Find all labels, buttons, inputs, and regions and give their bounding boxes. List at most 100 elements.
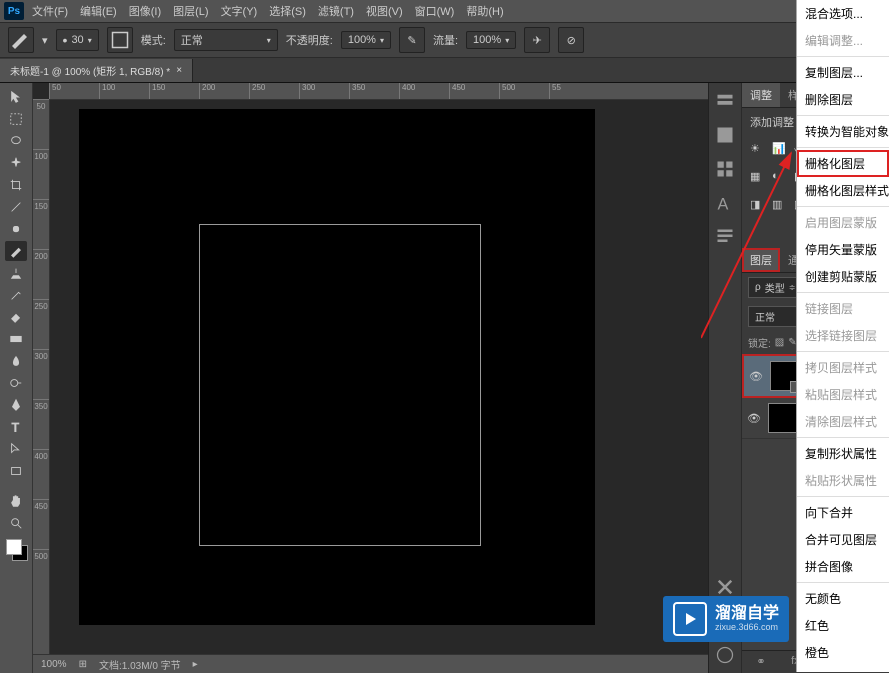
- status-bar: 100% ⊞ 文档:1.03M/0 字节 ▸: [33, 654, 708, 673]
- color-swatches[interactable]: [6, 539, 26, 559]
- lock-transparency-icon[interactable]: ▨: [775, 337, 784, 348]
- brush-tool[interactable]: [5, 241, 27, 261]
- menu-file[interactable]: 文件(F): [32, 3, 68, 19]
- flow-label: 流量:: [433, 32, 458, 48]
- svg-text:T: T: [12, 420, 20, 434]
- nav-icon[interactable]: ⊞: [79, 659, 87, 670]
- cm-red[interactable]: 红色: [797, 612, 889, 639]
- document-tab[interactable]: 未标题-1 @ 100% (矩形 1, RGB/8) * ×: [0, 59, 193, 82]
- layer-context-menu: 混合选项... 编辑调整... 复制图层... 删除图层 转换为智能对象 栅格化…: [796, 0, 889, 672]
- cm-copy-shape-attrs[interactable]: 复制形状属性: [797, 440, 889, 467]
- brush-panel-toggle-icon[interactable]: [107, 27, 133, 53]
- cm-copy-layer-style: 拷贝图层样式: [797, 354, 889, 381]
- menu-filter[interactable]: 滤镜(T): [318, 3, 354, 19]
- menu-image[interactable]: 图像(I): [129, 3, 161, 19]
- blend-mode-dropdown[interactable]: 正常▾: [174, 29, 278, 51]
- cm-rasterize-layer[interactable]: 栅格化图层: [797, 150, 889, 177]
- watermark: 溜溜自学 zixue.3d66.com: [663, 596, 789, 642]
- blur-tool[interactable]: [5, 351, 27, 371]
- clone-stamp-tool[interactable]: [5, 263, 27, 283]
- healing-brush-tool[interactable]: [5, 219, 27, 239]
- menu-view[interactable]: 视图(V): [366, 3, 403, 19]
- move-tool[interactable]: [5, 87, 27, 107]
- zoom-level[interactable]: 100%: [41, 659, 67, 670]
- character-panel-icon[interactable]: A: [715, 193, 735, 213]
- hand-tool[interactable]: [5, 491, 27, 511]
- cm-select-linked: 选择链接图层: [797, 322, 889, 349]
- tab-adjustments[interactable]: 调整: [742, 83, 780, 107]
- history-panel-icon[interactable]: [715, 91, 735, 111]
- swatches-panel-icon[interactable]: [715, 159, 735, 179]
- cm-paste-shape-attrs: 粘贴形状属性: [797, 467, 889, 494]
- menu-edit[interactable]: 编辑(E): [80, 3, 117, 19]
- tools-panel-icon[interactable]: [715, 577, 735, 597]
- history-brush-tool[interactable]: [5, 285, 27, 305]
- link-layers-icon[interactable]: ⚭: [756, 655, 770, 669]
- hue-icon[interactable]: ▦: [750, 170, 766, 186]
- doc-info[interactable]: 文档:1.03M/0 字节: [99, 657, 181, 672]
- path-selection-tool[interactable]: [5, 439, 27, 459]
- layer-thumbnail[interactable]: [768, 403, 798, 433]
- cm-merge-down[interactable]: 向下合并: [797, 499, 889, 526]
- tool-panel: T: [0, 83, 33, 673]
- magic-wand-tool[interactable]: [5, 153, 27, 173]
- pen-tool[interactable]: [5, 395, 27, 415]
- type-tool[interactable]: T: [5, 417, 27, 437]
- eraser-tool[interactable]: [5, 307, 27, 327]
- levels-icon[interactable]: 📊: [772, 142, 788, 158]
- gradient-tool[interactable]: [5, 329, 27, 349]
- cm-rasterize-style[interactable]: 栅格化图层样式: [797, 177, 889, 204]
- chevron-down-icon[interactable]: ▾: [42, 34, 48, 47]
- cm-convert-smart-object[interactable]: 转换为智能对象: [797, 118, 889, 145]
- paragraph-panel-icon[interactable]: [715, 227, 735, 247]
- menu-type[interactable]: 文字(Y): [221, 3, 258, 19]
- cm-no-color[interactable]: 无颜色: [797, 585, 889, 612]
- menu-layer[interactable]: 图层(L): [173, 3, 208, 19]
- opacity-dropdown[interactable]: 100%▾: [341, 31, 391, 49]
- svg-text:A: A: [718, 195, 729, 213]
- cm-orange[interactable]: 橙色: [797, 639, 889, 666]
- ruler-horizontal: 5010015020025030035040045050055: [49, 83, 708, 100]
- crop-tool[interactable]: [5, 175, 27, 195]
- layer-filter-dropdown[interactable]: ρ 类型 ≑: [748, 277, 802, 298]
- visibility-toggle-icon[interactable]: 👁: [748, 370, 764, 383]
- rectangle-shape[interactable]: [199, 224, 481, 546]
- flow-dropdown[interactable]: 100%▾: [466, 31, 516, 49]
- menu-select[interactable]: 选择(S): [269, 3, 306, 19]
- dodge-tool[interactable]: [5, 373, 27, 393]
- brightness-icon[interactable]: ☀: [750, 142, 766, 158]
- posterize-icon[interactable]: ▥: [772, 198, 788, 214]
- cm-merge-visible[interactable]: 合并可见图层: [797, 526, 889, 553]
- pressure-opacity-icon[interactable]: ✎: [399, 27, 425, 53]
- app-logo: Ps: [4, 2, 24, 20]
- zoom-tool[interactable]: [5, 513, 27, 533]
- ruler-vertical: 50100150200250300350400450500: [33, 99, 50, 657]
- cm-duplicate-layer[interactable]: 复制图层...: [797, 59, 889, 86]
- cm-blending-options[interactable]: 混合选项...: [797, 0, 889, 27]
- menu-window[interactable]: 窗口(W): [415, 3, 455, 19]
- info-panel-icon[interactable]: [715, 645, 735, 665]
- balance-icon[interactable]: ◐: [772, 170, 788, 186]
- visibility-toggle-icon[interactable]: 👁: [746, 412, 762, 425]
- tab-layers[interactable]: 图层: [742, 248, 780, 272]
- color-panel-icon[interactable]: [715, 125, 735, 145]
- lasso-tool[interactable]: [5, 131, 27, 151]
- opacity-label: 不透明度:: [286, 32, 333, 48]
- cm-purple[interactable]: 紫色: [797, 666, 889, 672]
- airbrush-icon[interactable]: ✈: [524, 27, 550, 53]
- eyedropper-tool[interactable]: [5, 197, 27, 217]
- rectangle-tool[interactable]: [5, 461, 27, 481]
- close-tab-icon[interactable]: ×: [176, 65, 182, 76]
- cm-delete-layer[interactable]: 删除图层: [797, 86, 889, 113]
- cm-disable-vector-mask[interactable]: 停用矢量蒙版: [797, 236, 889, 263]
- brush-size-dropdown[interactable]: • 30 ▾: [56, 29, 99, 51]
- cm-paste-layer-style: 粘贴图层样式: [797, 381, 889, 408]
- cm-create-clipping-mask[interactable]: 创建剪贴蒙版: [797, 263, 889, 290]
- current-tool-icon[interactable]: [8, 27, 34, 53]
- document-canvas[interactable]: [79, 109, 595, 625]
- pressure-size-icon[interactable]: ⊘: [558, 27, 584, 53]
- invert-icon[interactable]: ◨: [750, 198, 766, 214]
- marquee-tool[interactable]: [5, 109, 27, 129]
- menu-help[interactable]: 帮助(H): [466, 3, 503, 19]
- cm-flatten[interactable]: 拼合图像: [797, 553, 889, 580]
